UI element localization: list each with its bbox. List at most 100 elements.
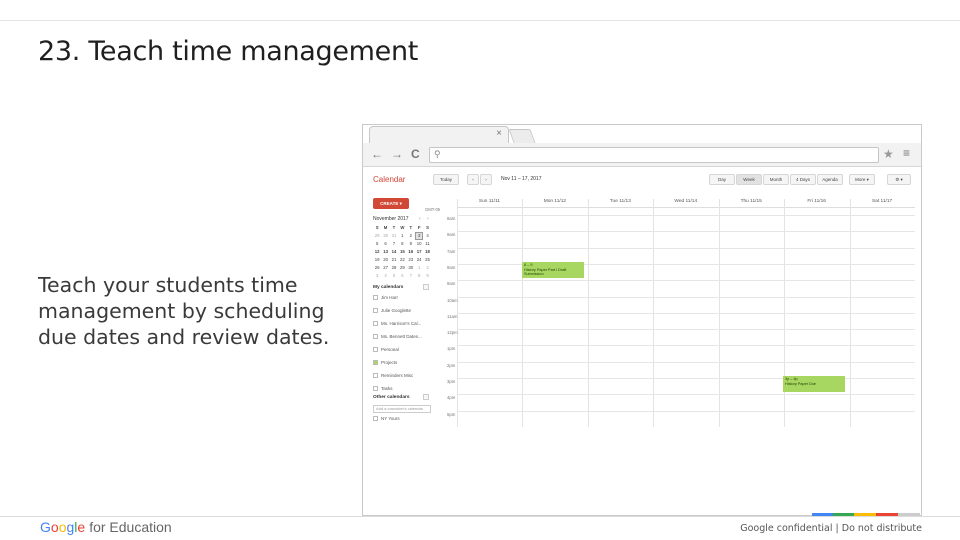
minical-day[interactable]: 11 xyxy=(423,240,431,248)
view-day-button[interactable]: Day xyxy=(709,174,735,185)
day-header[interactable]: Fri 11/16 xyxy=(784,199,849,204)
minical-day[interactable]: 9 xyxy=(423,272,431,280)
minical-prev[interactable]: ‹ xyxy=(419,216,421,222)
reload-icon[interactable]: C xyxy=(411,147,420,161)
minical-day[interactable]: 26 xyxy=(373,264,381,272)
minical-day[interactable]: 6 xyxy=(398,272,406,280)
minical-day[interactable]: 1 xyxy=(398,232,406,240)
minical-day[interactable]: 1 xyxy=(415,264,423,272)
minical-day[interactable]: 22 xyxy=(398,256,406,264)
minical-day[interactable]: 23 xyxy=(407,256,415,264)
minical-day[interactable]: 2 xyxy=(423,264,431,272)
calendar-checkbox[interactable] xyxy=(373,308,378,314)
minical-day[interactable]: 5 xyxy=(373,240,381,248)
calendar-checkbox[interactable] xyxy=(373,360,378,366)
minical-day[interactable]: 27 xyxy=(381,264,389,272)
day-header[interactable]: Wed 11/14 xyxy=(653,199,718,204)
create-button[interactable]: CREATE ▾ xyxy=(373,198,409,209)
calendar-list-item[interactable]: Projects xyxy=(373,360,397,366)
minical-day[interactable]: 25 xyxy=(423,256,431,264)
calendar-checkbox[interactable] xyxy=(373,386,378,392)
calendar-checkbox[interactable] xyxy=(373,334,378,340)
day-header[interactable]: Sun 11/11 xyxy=(457,199,522,204)
google-for-education-logo: Google for Education xyxy=(40,519,172,535)
minical-day[interactable]: 7 xyxy=(407,272,415,280)
minical-day[interactable]: 29 xyxy=(373,232,381,240)
minical-day[interactable]: 4 xyxy=(381,272,389,280)
minical-day[interactable]: 29 xyxy=(398,264,406,272)
day-header[interactable]: Tue 11/13 xyxy=(588,199,653,204)
address-bar[interactable]: ⚲ xyxy=(429,147,879,163)
minical-day[interactable]: 31 xyxy=(390,232,398,240)
calendar-checkbox[interactable] xyxy=(373,373,378,379)
day-header[interactable]: Thu 11/15 xyxy=(719,199,784,204)
next-button[interactable]: › xyxy=(480,174,492,185)
minical-day[interactable]: 24 xyxy=(415,256,423,264)
my-calendars-heading[interactable]: My calendars xyxy=(373,285,403,290)
calendar-checkbox[interactable] xyxy=(373,416,378,422)
minical-day[interactable]: 6 xyxy=(381,240,389,248)
minical-day[interactable]: 8 xyxy=(415,272,423,280)
new-tab-button[interactable] xyxy=(508,129,536,143)
day-header[interactable]: Sat 11/17 xyxy=(850,199,915,204)
hour-row-line xyxy=(457,378,915,379)
minical-day[interactable]: 17 xyxy=(415,248,423,256)
minical-day[interactable]: 16 xyxy=(407,248,415,256)
calendar-list-item[interactable]: Tasks xyxy=(373,386,393,392)
minical-next[interactable]: › xyxy=(427,216,429,222)
minical-day[interactable]: 9 xyxy=(407,240,415,248)
calendar-checkbox[interactable] xyxy=(373,295,378,301)
settings-button[interactable]: ⚙ ▾ xyxy=(887,174,911,185)
calendar-list-item[interactable]: Julie Googlette xyxy=(373,308,411,314)
my-calendars-menu-button[interactable] xyxy=(423,284,429,290)
calendar-list-item[interactable]: Reminders Misc xyxy=(373,373,413,379)
minical-day[interactable]: 7 xyxy=(390,240,398,248)
calendar-event[interactable]: 8 – 9 History Paper Part I Draft Submiss… xyxy=(522,262,584,278)
minical-day[interactable]: 3 xyxy=(414,232,424,240)
minical-day[interactable]: 30 xyxy=(407,264,415,272)
calendar-checkbox[interactable] xyxy=(373,347,378,353)
view-4days-button[interactable]: 4 Days xyxy=(790,174,816,185)
minical-day[interactable]: 18 xyxy=(423,248,431,256)
minical-day[interactable]: 2 xyxy=(407,232,415,240)
slide-title: 23. Teach time management xyxy=(38,36,419,67)
calendar-list-item[interactable]: Ms. Harrison's Cal... xyxy=(373,321,421,327)
day-header[interactable]: Mon 11/12 xyxy=(522,199,587,204)
other-calendar-item[interactable]: NY Yours xyxy=(373,416,400,422)
calendar-checkbox[interactable] xyxy=(373,321,378,327)
minical-day[interactable]: 8 xyxy=(398,240,406,248)
view-week-button[interactable]: Week xyxy=(736,174,762,185)
calendar-list-item[interactable]: Personal xyxy=(373,347,399,353)
browser-tab[interactable]: × xyxy=(369,126,509,143)
calendar-list-item[interactable]: Ms. Bennett Dates... xyxy=(373,334,422,340)
minical-day[interactable]: 4 xyxy=(423,232,431,240)
back-arrow-icon[interactable]: ← xyxy=(371,147,383,161)
calendar-list-item[interactable]: Jim Harr xyxy=(373,295,398,301)
other-calendars-menu-button[interactable] xyxy=(423,394,429,400)
other-calendars-heading[interactable]: Other calendars xyxy=(373,395,410,400)
more-button[interactable]: More ▾ xyxy=(849,174,875,185)
minical-day[interactable]: 30 xyxy=(381,232,389,240)
view-month-button[interactable]: Month xyxy=(763,174,789,185)
minical-day[interactable]: 14 xyxy=(390,248,398,256)
minical-day[interactable]: 15 xyxy=(398,248,406,256)
minical-day[interactable]: 20 xyxy=(381,256,389,264)
minical-day[interactable]: 28 xyxy=(390,264,398,272)
calendar-event[interactable]: 3p – 4p History Paper Due xyxy=(783,376,845,392)
minical-day[interactable]: 21 xyxy=(390,256,398,264)
prev-button[interactable]: ‹ xyxy=(467,174,479,185)
all-day-row[interactable] xyxy=(457,207,915,213)
minical-day[interactable]: 5 xyxy=(390,272,398,280)
today-button[interactable]: Today xyxy=(433,174,459,185)
forward-arrow-icon[interactable]: → xyxy=(391,147,403,161)
add-coworker-calendar-input[interactable]: Add a coworker's calendar xyxy=(373,405,431,413)
star-icon[interactable]: ★ xyxy=(883,147,894,161)
menu-icon[interactable]: ≡ xyxy=(903,146,910,160)
view-agenda-button[interactable]: Agenda xyxy=(817,174,843,185)
close-icon[interactable]: × xyxy=(496,128,502,139)
minical-day[interactable]: 10 xyxy=(415,240,423,248)
minical-day[interactable]: 13 xyxy=(381,248,389,256)
minical-day[interactable]: 19 xyxy=(373,256,381,264)
minical-day[interactable]: 3 xyxy=(373,272,381,280)
minical-day[interactable]: 12 xyxy=(373,248,381,256)
